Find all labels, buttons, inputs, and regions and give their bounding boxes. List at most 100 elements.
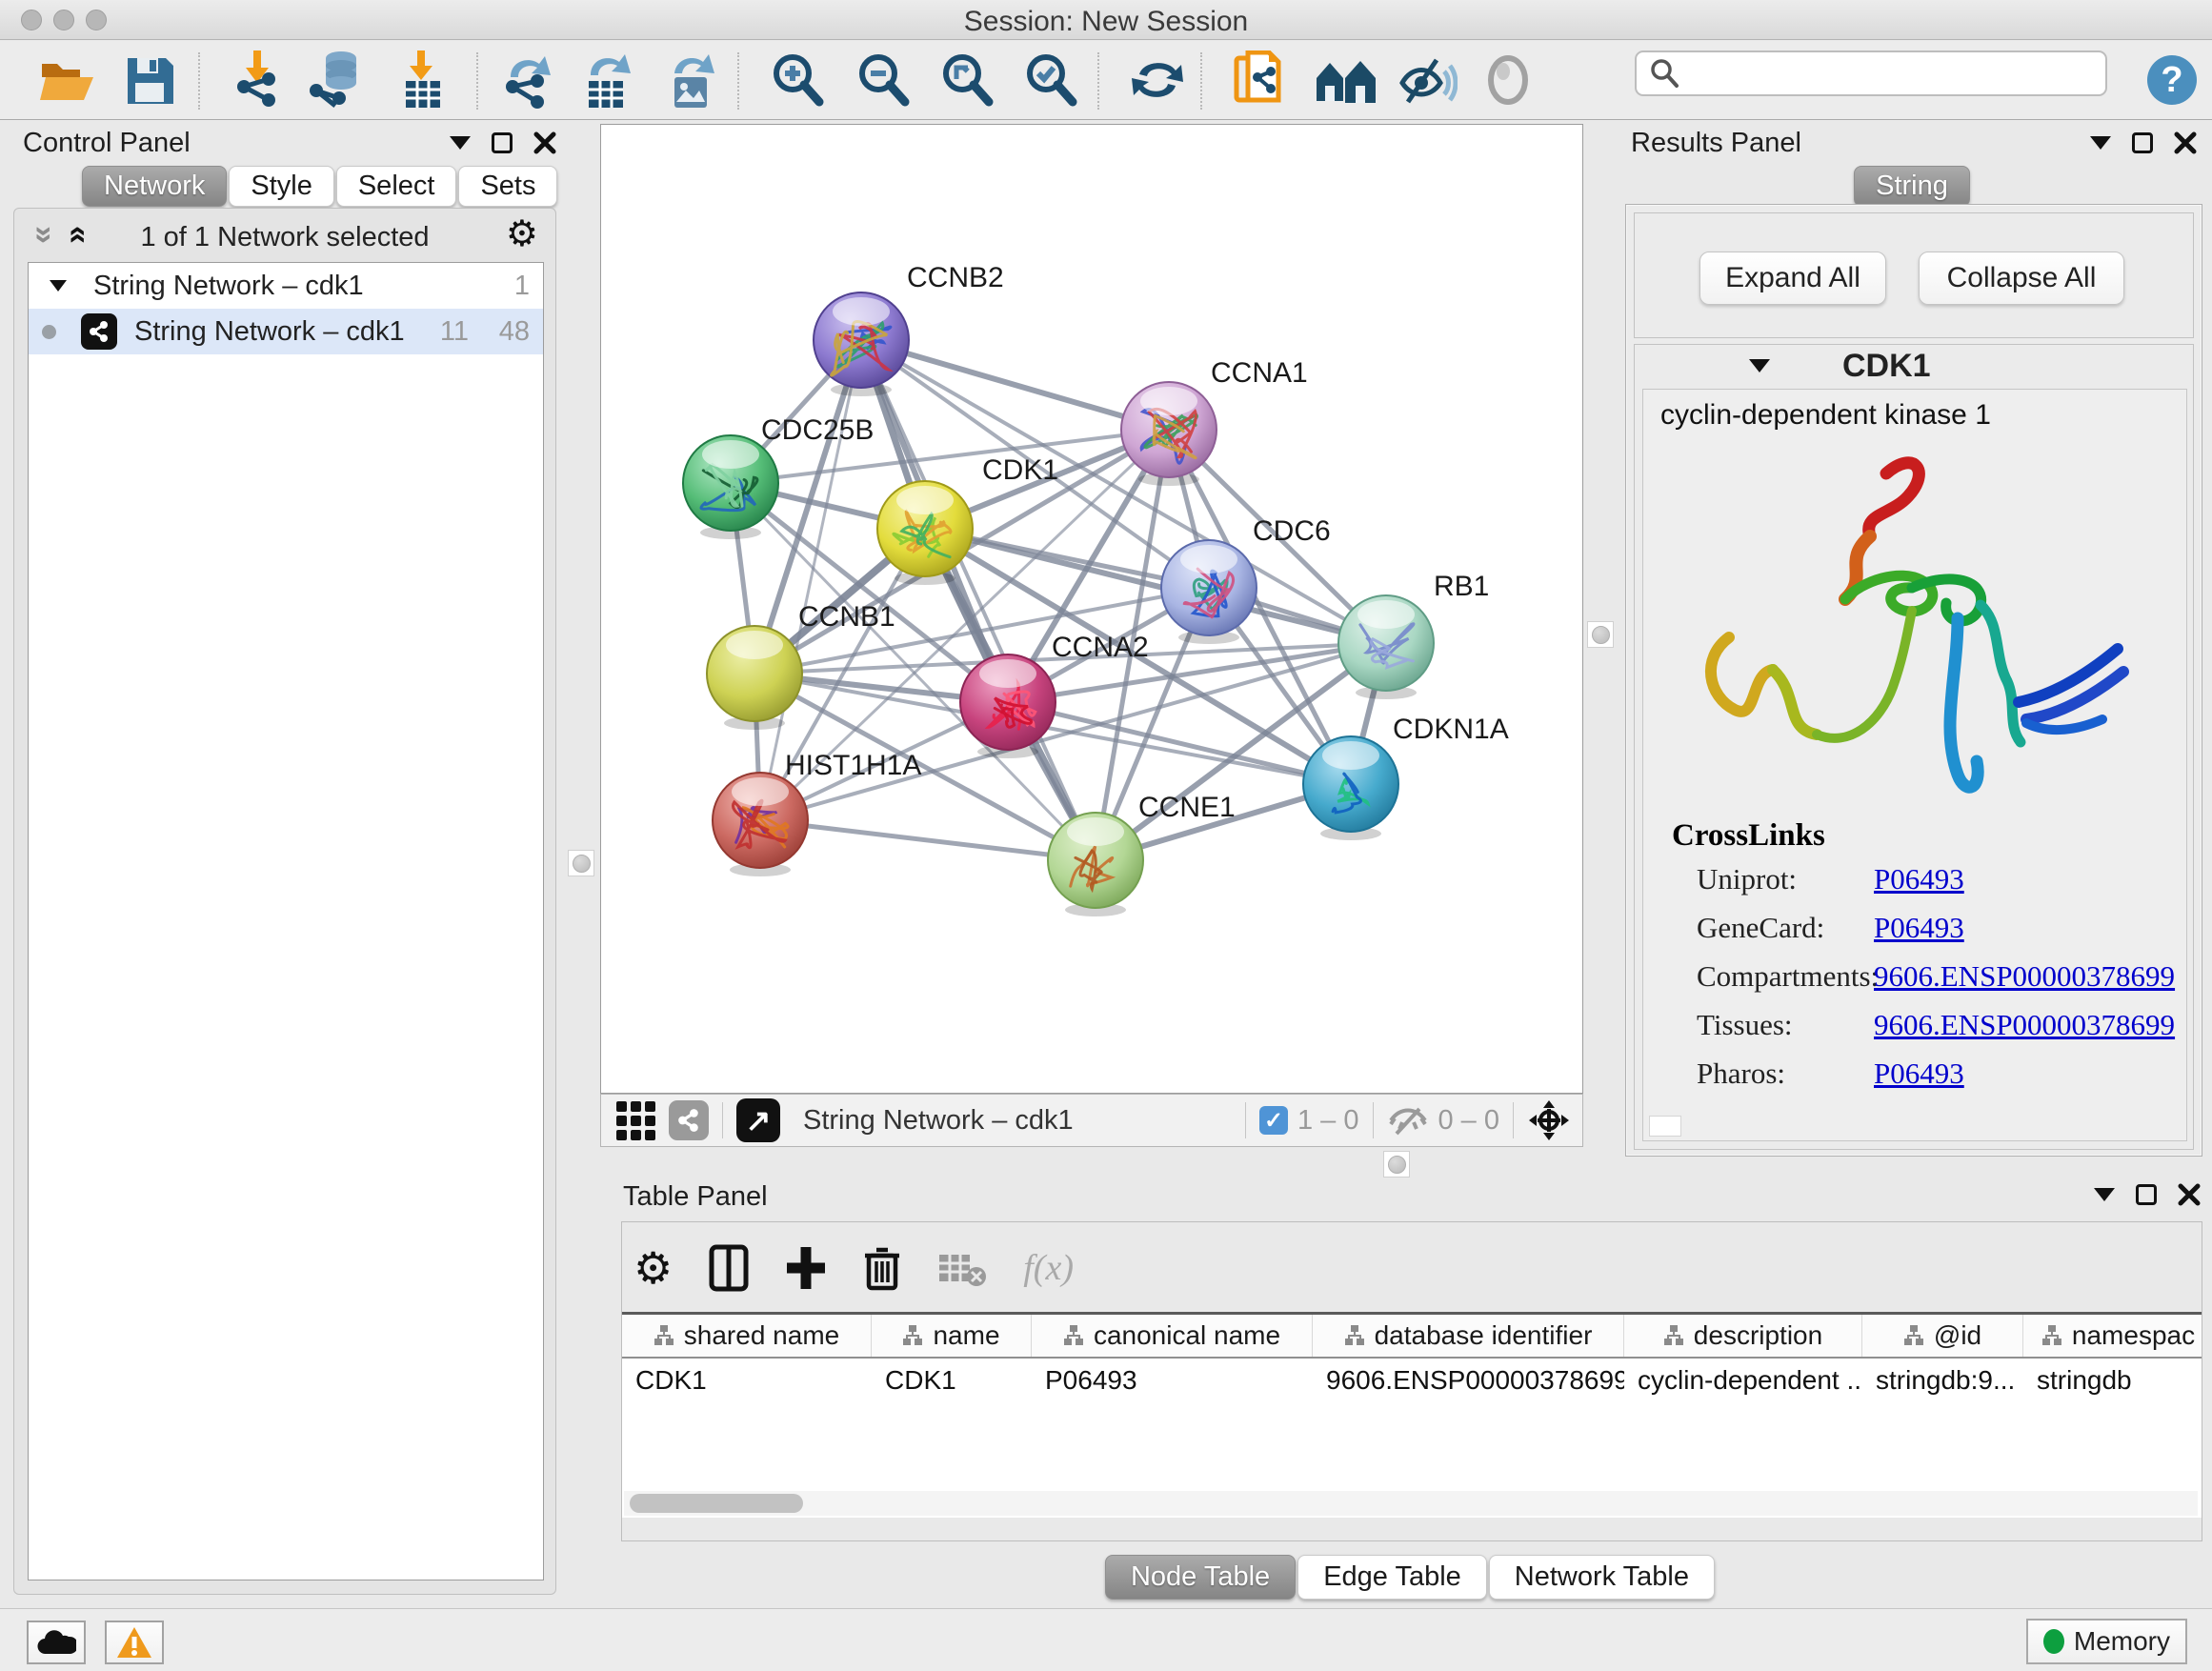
column-type-icon: [1663, 1324, 1684, 1347]
float-panel-icon[interactable]: [492, 132, 513, 153]
string-import-button[interactable]: [1231, 50, 1286, 110]
hide-unhide-button[interactable]: [1398, 54, 1458, 106]
tab-select[interactable]: Select: [336, 166, 457, 207]
results-scroll-corner: [1649, 1116, 1681, 1137]
float-panel-icon[interactable]: [2132, 132, 2153, 153]
open-session-button[interactable]: [38, 54, 97, 106]
column-header-description[interactable]: description: [1624, 1315, 1862, 1357]
memory-button[interactable]: Memory: [2026, 1619, 2187, 1664]
column-header-namespac[interactable]: namespac: [2023, 1315, 2202, 1357]
tab-string[interactable]: String: [1854, 166, 1970, 207]
export-table-button[interactable]: [579, 50, 634, 110]
table-horizontal-scrollbar[interactable]: [624, 1491, 2198, 1516]
close-panel-icon[interactable]: [533, 131, 556, 154]
column-header-name[interactable]: name: [872, 1315, 1032, 1357]
close-panel-icon[interactable]: [2174, 131, 2197, 154]
zoom-in-button[interactable]: [770, 52, 825, 108]
left-splitter-handle[interactable]: [568, 850, 594, 876]
trash-icon[interactable]: [863, 1244, 901, 1292]
node-rb1[interactable]: RB1: [1338, 571, 1489, 699]
node-hist1h1a[interactable]: HIST1H1A: [713, 750, 921, 876]
hidden-eye-icon[interactable]: [1387, 1105, 1429, 1136]
node-ccna1[interactable]: CCNA1: [1121, 357, 1308, 486]
crosslink-link[interactable]: P06493: [1874, 911, 1964, 945]
cloud-button[interactable]: [27, 1621, 86, 1664]
table-panel-title: Table Panel: [623, 1181, 768, 1213]
zoom-fit-button[interactable]: [939, 52, 995, 108]
edge-hist1h1a-ccne1[interactable]: [760, 820, 1096, 860]
column-header--id[interactable]: @id: [1862, 1315, 2023, 1357]
column-type-icon: [654, 1324, 674, 1347]
gear-icon[interactable]: ⚙: [506, 216, 538, 252]
save-session-button[interactable]: [124, 54, 175, 106]
pan-crosshair-icon[interactable]: [1527, 1098, 1571, 1142]
table-cell[interactable]: stringdb:9...: [1862, 1360, 2023, 1400]
collapse-all-button[interactable]: Collapse All: [1919, 252, 2124, 305]
network-row[interactable]: String Network – cdk1 11 48: [29, 309, 543, 354]
node-cdkn1a[interactable]: CDKN1A: [1303, 714, 1509, 840]
close-panel-icon[interactable]: [2178, 1183, 2201, 1206]
collapse-card-icon[interactable]: [1749, 359, 1770, 372]
network-collection-row[interactable]: String Network – cdk1 1: [29, 263, 543, 309]
table-cell[interactable]: cyclin-dependent ...: [1624, 1360, 1862, 1400]
horizontal-splitter-handle[interactable]: [1383, 1151, 1410, 1178]
export-network-icon: [497, 50, 554, 110]
network-type-icon[interactable]: [669, 1100, 709, 1140]
birdseye-view-icon[interactable]: ↗: [736, 1098, 780, 1142]
table-cell[interactable]: stringdb: [2023, 1360, 2202, 1400]
zoom-selected-button[interactable]: [1023, 52, 1078, 108]
import-network-button[interactable]: [229, 50, 286, 110]
add-icon[interactable]: [785, 1245, 827, 1291]
help-button[interactable]: ?: [2145, 53, 2199, 107]
selected-checkbox-icon[interactable]: ✓: [1259, 1106, 1288, 1135]
tab-network[interactable]: Network: [82, 166, 227, 207]
search-field[interactable]: [1635, 50, 2107, 96]
export-network-button[interactable]: [497, 50, 554, 110]
network-canvas[interactable]: CCNB2CCNA1CDC25BCDK1CDC6RB1CCNB1CCNA2CDK…: [600, 124, 1583, 1094]
grid-view-icon[interactable]: [616, 1101, 655, 1140]
panel-menu-icon[interactable]: [450, 136, 471, 150]
crosslink-link[interactable]: P06493: [1874, 1057, 1964, 1091]
tab-network-table[interactable]: Network Table: [1489, 1555, 1715, 1600]
node-table[interactable]: shared namenamecanonical namedatabase id…: [622, 1312, 2202, 1518]
column-header-database-identifier[interactable]: database identifier: [1313, 1315, 1624, 1357]
crosslink-link[interactable]: 9606.ENSP00000378699: [1874, 1008, 2175, 1042]
tree-expander-icon[interactable]: [50, 280, 67, 292]
table-row[interactable]: CDK1CDK1P064939606.ENSP00000378699cyclin…: [622, 1360, 2202, 1400]
expand-all-button[interactable]: Expand All: [1699, 252, 1886, 305]
apply-layout-button[interactable]: [1130, 53, 1185, 107]
search-input[interactable]: [1680, 54, 2105, 92]
home-networks-button[interactable]: [1315, 55, 1377, 105]
warning-icon: [115, 1625, 153, 1660]
tab-style[interactable]: Style: [229, 166, 333, 207]
edge-ccnb2-hist1h1a[interactable]: [760, 340, 861, 820]
crosslink-link[interactable]: 9606.ENSP00000378699: [1874, 959, 2175, 994]
panel-menu-icon[interactable]: [2094, 1188, 2115, 1201]
zoom-out-button[interactable]: [855, 52, 911, 108]
right-splitter-handle[interactable]: [1587, 621, 1614, 648]
node-ccnb1[interactable]: CCNB1: [707, 601, 895, 730]
gene-card-header[interactable]: CDK1: [1635, 345, 2193, 387]
column-header-canonical-name[interactable]: canonical name: [1032, 1315, 1313, 1357]
export-image-button[interactable]: [663, 50, 718, 110]
table-cell[interactable]: CDK1: [872, 1360, 1032, 1400]
tab-sets[interactable]: Sets: [458, 166, 557, 207]
table-cell[interactable]: CDK1: [622, 1360, 872, 1400]
import-table-button[interactable]: [394, 50, 450, 110]
panel-menu-icon[interactable]: [2090, 136, 2111, 150]
table-cell[interactable]: 9606.ENSP00000378699: [1313, 1360, 1624, 1400]
import-network-from-database-button[interactable]: [307, 50, 368, 110]
node-ccne1[interactable]: CCNE1: [1048, 792, 1236, 916]
crosslink-label: Pharos:: [1697, 1057, 1785, 1091]
table-gear-icon[interactable]: ⚙: [633, 1246, 673, 1290]
tab-edge-table[interactable]: Edge Table: [1297, 1555, 1487, 1600]
warnings-button[interactable]: [105, 1621, 164, 1664]
scrollbar-thumb[interactable]: [630, 1494, 803, 1513]
crosslink-link[interactable]: P06493: [1874, 862, 1964, 896]
tab-node-table[interactable]: Node Table: [1105, 1555, 1296, 1600]
float-panel-icon[interactable]: [2136, 1184, 2157, 1205]
show-graphics-details-button[interactable]: [1482, 54, 1534, 106]
column-header-shared-name[interactable]: shared name: [622, 1315, 872, 1357]
table-cell[interactable]: P06493: [1032, 1360, 1313, 1400]
select-columns-icon[interactable]: [709, 1244, 749, 1292]
